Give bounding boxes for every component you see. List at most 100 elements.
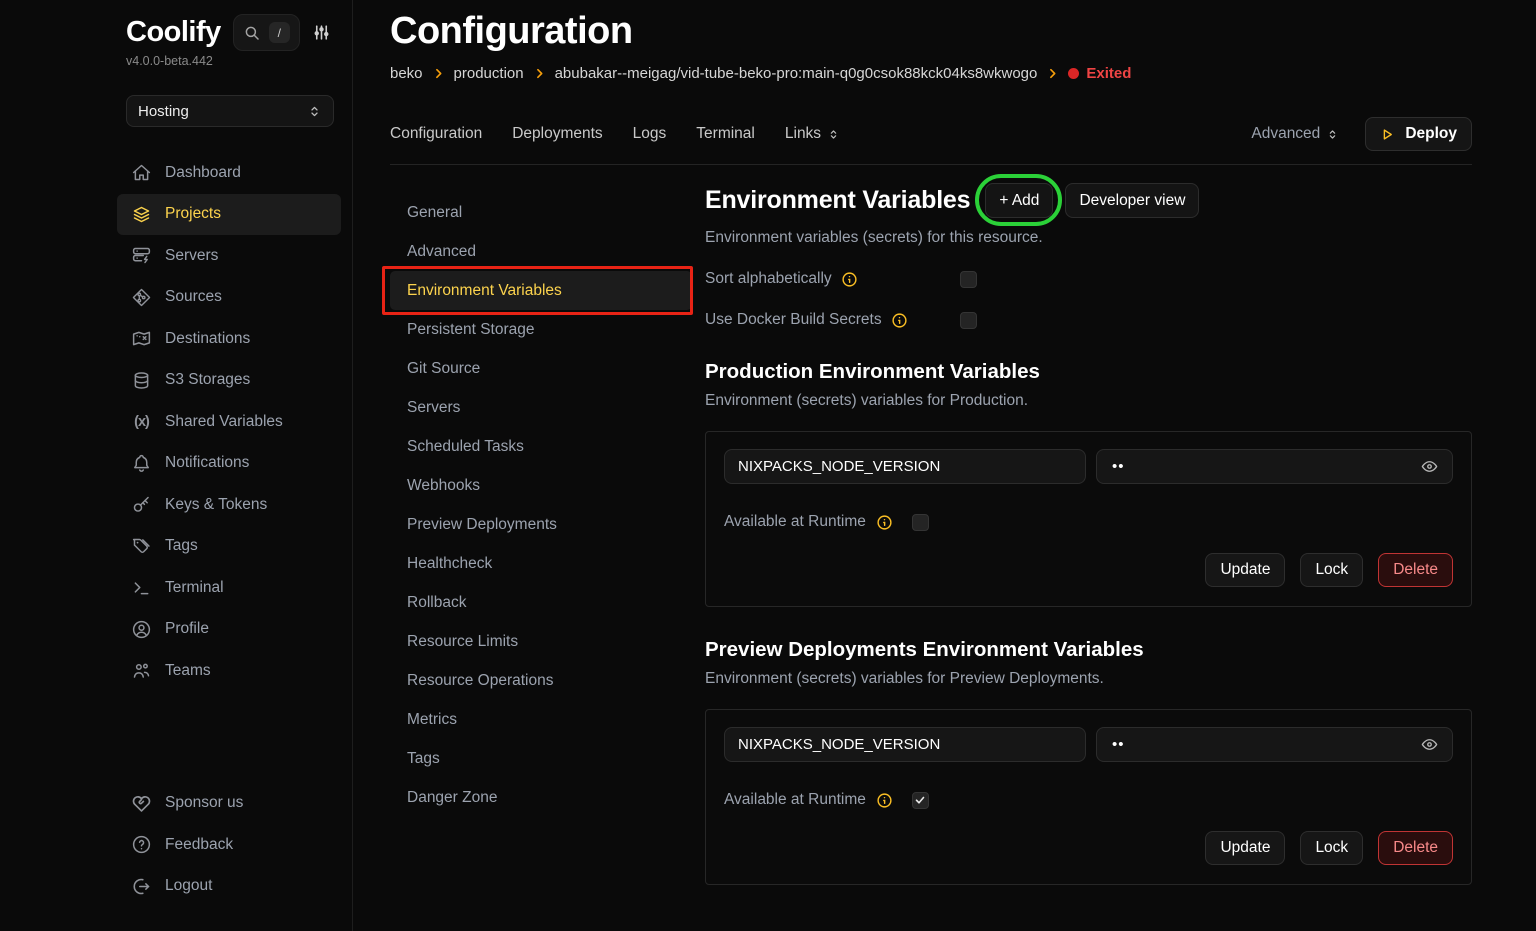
subnav-item-servers[interactable]: Servers — [390, 388, 692, 427]
sidebar-item-s3-storages[interactable]: S3 Storages — [117, 360, 341, 402]
info-icon[interactable] — [841, 271, 858, 288]
breadcrumb-resource[interactable]: abubakar--meigag/vid-tube-beko-pro:main-… — [555, 65, 1038, 82]
available-at-runtime-checkbox[interactable] — [912, 514, 929, 531]
sidebar-item-label: Notifications — [165, 454, 249, 472]
update-button[interactable]: Update — [1205, 831, 1285, 865]
breadcrumb-team[interactable]: beko — [390, 65, 423, 82]
subnav-item-scheduled-tasks[interactable]: Scheduled Tasks — [390, 427, 692, 466]
subnav-item-tags[interactable]: Tags — [390, 739, 692, 778]
bell-icon — [131, 453, 152, 474]
advanced-select[interactable]: Advanced — [1251, 125, 1339, 143]
sidebar-item-label: Shared Variables — [165, 413, 283, 431]
tab-bar: Configuration Deployments Logs Terminal … — [390, 117, 1472, 165]
subnav-item-persistent-storage[interactable]: Persistent Storage — [390, 310, 692, 349]
tab-logs[interactable]: Logs — [633, 125, 667, 143]
app-version: v4.0.0-beta.442 — [126, 54, 341, 68]
sidebar-item-sources[interactable]: Sources — [117, 277, 341, 319]
page-title: Configuration — [390, 10, 1472, 53]
sidebar-item-terminal[interactable]: Terminal — [117, 567, 341, 609]
search-button[interactable]: / — [233, 14, 300, 51]
info-icon[interactable] — [891, 312, 908, 329]
subnav-item-git-source[interactable]: Git Source — [390, 349, 692, 388]
sort-alphabetically-checkbox[interactable] — [960, 271, 977, 288]
breadcrumb-environment[interactable]: production — [454, 65, 524, 82]
settings-sliders-icon[interactable] — [312, 23, 331, 42]
variable-name-input[interactable] — [724, 449, 1086, 484]
add-button[interactable]: + Add — [985, 183, 1053, 218]
variable-value-wrap — [1096, 449, 1453, 484]
status-label: Exited — [1086, 65, 1131, 82]
tab-terminal[interactable]: Terminal — [696, 125, 755, 143]
info-icon[interactable] — [876, 514, 893, 531]
chevron-up-down-icon — [307, 104, 322, 119]
slash-key-badge: / — [269, 22, 290, 43]
subnav-item-rollback[interactable]: Rollback — [390, 583, 692, 622]
sidebar-item-shared-variables[interactable]: (x) Shared Variables — [117, 401, 341, 443]
update-button[interactable]: Update — [1205, 553, 1285, 587]
variable-name-input[interactable] — [724, 727, 1086, 762]
chevron-up-down-icon — [827, 128, 840, 141]
lock-button[interactable]: Lock — [1300, 831, 1363, 865]
info-icon[interactable] — [876, 792, 893, 809]
preview-section-title: Preview Deployments Environment Variable… — [705, 638, 1472, 662]
sidebar-header: Coolify / — [117, 14, 341, 51]
panel-description: Environment variables (secrets) for this… — [705, 229, 1472, 247]
subnav-item-general[interactable]: General — [390, 193, 692, 232]
advanced-select-label: Advanced — [1251, 125, 1320, 143]
variable-value-wrap — [1096, 727, 1453, 762]
sidebar-item-destinations[interactable]: Destinations — [117, 318, 341, 360]
config-subnav: General Advanced Environment Variables P… — [390, 181, 692, 931]
subnav-item-healthcheck[interactable]: Healthcheck — [390, 544, 692, 583]
subnav-item-metrics[interactable]: Metrics — [390, 700, 692, 739]
delete-button[interactable]: Delete — [1378, 831, 1453, 865]
sidebar-footer: Sponsor us Feedback Logout — [117, 783, 341, 908]
available-at-runtime-row: Available at Runtime — [724, 791, 1453, 809]
subnav-item-resource-limits[interactable]: Resource Limits — [390, 622, 692, 661]
sidebar-item-tags[interactable]: Tags — [117, 526, 341, 568]
lock-button[interactable]: Lock — [1300, 553, 1363, 587]
sidebar-item-projects[interactable]: Projects — [117, 194, 341, 236]
eye-icon[interactable] — [1420, 735, 1439, 754]
subnav-item-danger-zone[interactable]: Danger Zone — [390, 778, 692, 817]
deploy-button[interactable]: Deploy — [1365, 117, 1472, 151]
sidebar-item-keys-tokens[interactable]: Keys & Tokens — [117, 484, 341, 526]
sidebar-item-label: Sources — [165, 288, 222, 306]
breadcrumb: beko production abubakar--meigag/vid-tub… — [390, 65, 1472, 82]
sidebar-item-sponsor[interactable]: Sponsor us — [117, 783, 341, 825]
sidebar-item-logout[interactable]: Logout — [117, 866, 341, 908]
eye-icon[interactable] — [1420, 457, 1439, 476]
map-icon — [131, 328, 152, 349]
delete-button[interactable]: Delete — [1378, 553, 1453, 587]
tab-links[interactable]: Links — [785, 125, 840, 143]
sidebar-item-teams[interactable]: Teams — [117, 650, 341, 692]
layers-icon — [131, 204, 152, 225]
docker-build-secrets-checkbox[interactable] — [960, 312, 977, 329]
subnav-item-advanced[interactable]: Advanced — [390, 232, 692, 271]
sidebar-item-label: S3 Storages — [165, 371, 250, 389]
content: General Advanced Environment Variables P… — [390, 181, 1472, 931]
developer-view-button[interactable]: Developer view — [1065, 183, 1199, 218]
search-icon — [243, 24, 261, 42]
chevron-right-icon — [533, 67, 546, 80]
sort-alphabetically-label: Sort alphabetically — [705, 270, 832, 288]
sidebar-item-feedback[interactable]: Feedback — [117, 824, 341, 866]
sidebar-item-servers[interactable]: Servers — [117, 235, 341, 277]
tab-deployments[interactable]: Deployments — [512, 125, 602, 143]
sidebar-item-dashboard[interactable]: Dashboard — [117, 152, 341, 194]
subnav-item-preview-deployments[interactable]: Preview Deployments — [390, 505, 692, 544]
subnav-item-webhooks[interactable]: Webhooks — [390, 466, 692, 505]
variable-value-input[interactable] — [1110, 735, 1420, 754]
panel-header: Environment Variables + Add Developer vi… — [705, 183, 1472, 218]
variable-value-input[interactable] — [1110, 457, 1420, 476]
sidebar-item-profile[interactable]: Profile — [117, 609, 341, 651]
subnav-item-environment-variables[interactable]: Environment Variables — [390, 271, 692, 310]
tab-configuration[interactable]: Configuration — [390, 125, 482, 143]
available-at-runtime-checkbox[interactable] — [912, 792, 929, 809]
tab-bar-right: Advanced Deploy — [1251, 117, 1472, 151]
team-select[interactable]: Hosting — [126, 95, 334, 127]
sidebar: Coolify / v4.0.0-beta.442 Hosting Dashbo… — [0, 0, 353, 931]
subnav-item-resource-operations[interactable]: Resource Operations — [390, 661, 692, 700]
sidebar-item-notifications[interactable]: Notifications — [117, 443, 341, 485]
card-actions: Update Lock Delete — [724, 831, 1453, 865]
tag-icon — [131, 536, 152, 557]
